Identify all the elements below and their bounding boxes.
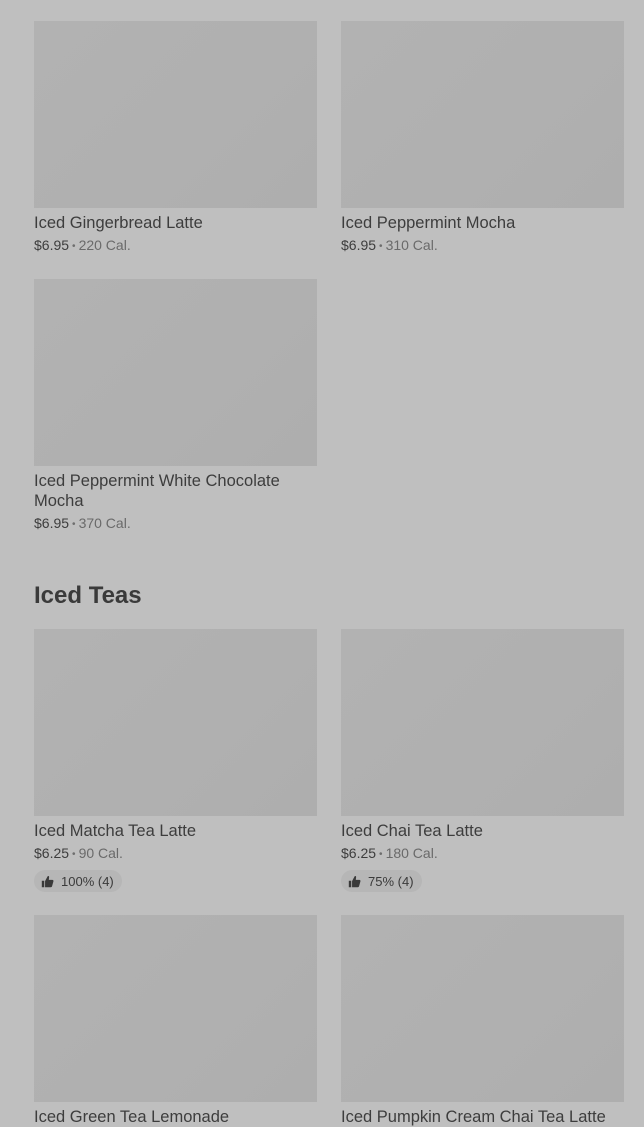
separator-dot: • — [379, 849, 383, 860]
menu-item-image — [341, 629, 624, 816]
menu-item-calories: 90 Cal. — [78, 845, 123, 861]
menu-page: Iced Gingerbread Latte $6.95 • 220 Cal. Ic… — [0, 0, 644, 1126]
menu-item-price: $6.95 — [34, 515, 70, 531]
rating-value: 75% (4) — [368, 873, 414, 889]
menu-item-name: Iced Matcha Tea Latte — [34, 822, 197, 840]
rating-value: 100% (4) — [61, 873, 114, 889]
menu-item-name: Iced Chai Tea Latte — [341, 822, 483, 840]
separator-dot: • — [72, 519, 76, 530]
menu-item-price: $6.25 — [34, 845, 70, 861]
menu-item-calories: 180 Cal. — [385, 845, 438, 861]
menu-item-card[interactable]: Iced Chai Tea Latte $6.25 • 180 Cal. 75% (… — [341, 629, 624, 893]
thumbs-up-icon — [41, 875, 54, 887]
menu-item-card[interactable]: Iced Peppermint White Chocolate Mocha $6… — [34, 279, 317, 535]
menu-item-name: Iced Pumpkin Cream Chai Tea Latte — [341, 1108, 606, 1126]
menu-item-name: Iced Peppermint Mocha — [341, 214, 516, 232]
menu-item-card[interactable]: Iced Pumpkin Cream Chai Tea Latte — [341, 915, 624, 1127]
menu-item-price: $6.25 — [341, 845, 377, 861]
section-title: Iced Teas — [34, 582, 142, 609]
menu-item-card[interactable]: Iced Matcha Tea Latte $6.25 • 90 Cal. 100%… — [34, 629, 317, 893]
menu-item-calories: 220 Cal. — [78, 237, 131, 253]
menu-item-card[interactable]: Iced Peppermint Mocha $6.95 • 310 Cal. — [341, 21, 624, 257]
rating-badge: 75% (4) — [341, 870, 422, 892]
menu-item-image — [34, 279, 317, 466]
menu-item-card[interactable]: Iced Gingerbread Latte $6.95 • 220 Cal. — [34, 21, 317, 257]
menu-item-image — [34, 21, 317, 208]
menu-item-meta: $6.95 • 220 Cal. — [34, 236, 317, 257]
menu-item-card[interactable]: Iced Green Tea Lemonade — [34, 915, 317, 1127]
menu-item-price: $6.95 — [341, 237, 377, 253]
separator-dot: • — [72, 241, 76, 252]
menu-item-image — [34, 915, 317, 1102]
thumbs-up-icon — [348, 875, 361, 887]
separator-dot: • — [72, 849, 76, 860]
menu-item-meta: $6.25 • 180 Cal. — [341, 844, 624, 865]
menu-item-name: Iced Green Tea Lemonade — [34, 1108, 230, 1126]
menu-item-meta: $6.95 • 310 Cal. — [341, 236, 624, 257]
rating-badge: 100% (4) — [34, 870, 122, 892]
menu-item-name: Iced Gingerbread Latte — [34, 214, 203, 232]
menu-item-name: Iced Peppermint White Chocolate Mocha — [34, 472, 280, 510]
menu-item-meta: $6.25 • 90 Cal. — [34, 844, 317, 865]
menu-item-image — [341, 21, 624, 208]
separator-dot: • — [379, 241, 383, 252]
menu-item-calories: 310 Cal. — [385, 237, 438, 253]
menu-item-price: $6.95 — [34, 237, 70, 253]
menu-item-calories: 370 Cal. — [78, 515, 131, 531]
menu-item-image — [34, 629, 317, 816]
menu-item-image — [341, 915, 624, 1102]
menu-item-meta: $6.95 • 370 Cal. — [34, 514, 317, 535]
